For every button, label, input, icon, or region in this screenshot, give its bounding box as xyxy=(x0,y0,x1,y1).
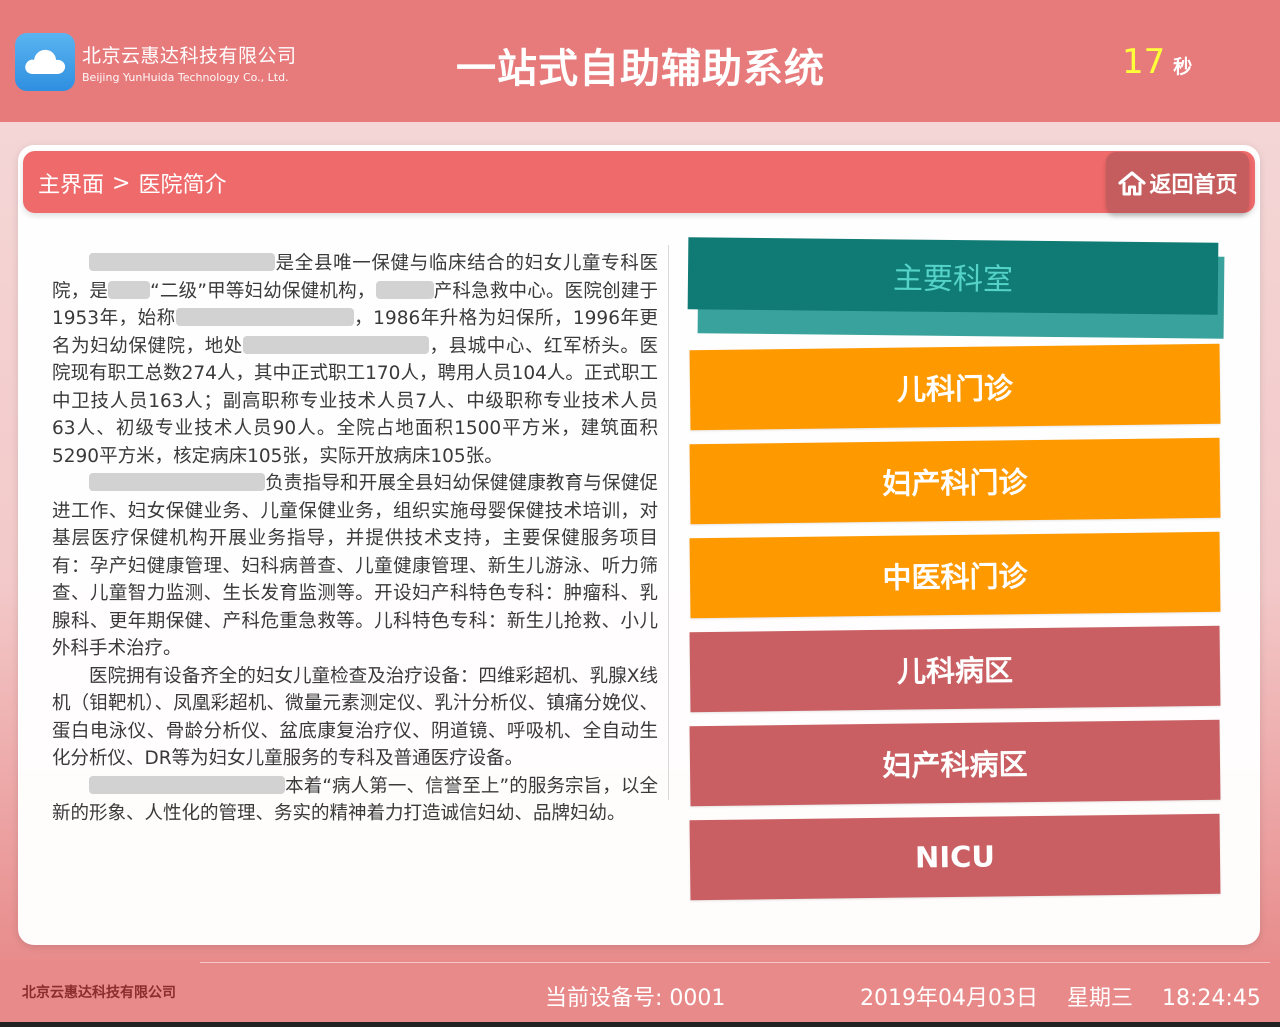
home-icon xyxy=(1118,170,1147,195)
redacted-text xyxy=(89,473,265,491)
breadcrumb-home[interactable]: 主界面 xyxy=(38,167,104,199)
redacted-text xyxy=(108,280,151,299)
dept-pediatric-ward-button[interactable]: 儿科病区 xyxy=(689,625,1221,713)
redacted-text xyxy=(89,253,275,271)
company-logo xyxy=(15,33,75,91)
company-name-cn: 北京云惠达科技有限公司 xyxy=(82,45,297,67)
dept-obgyn-ward-button[interactable]: 妇产科病区 xyxy=(689,719,1221,807)
content-divider xyxy=(668,245,669,800)
breadcrumb-current: 医院简介 xyxy=(138,173,227,198)
footer-company: 北京云惠达科技有限公司 xyxy=(22,985,176,1001)
intro-paragraph-4: 本着“病人第一、信誉至上”的服务宗旨，以全新的形象、人性化的管理、务实的精神着力… xyxy=(52,773,658,828)
company-name-en: Beijing YunHuida Technology Co., Ltd. xyxy=(82,71,289,84)
return-home-button[interactable]: 返回首页 xyxy=(1106,152,1249,213)
app-title: 一站式自助辅助系统 xyxy=(456,46,825,92)
cloud-icon xyxy=(25,49,66,74)
countdown-unit: 秒 xyxy=(1173,56,1193,78)
footer-weekday: 星期三 xyxy=(1066,986,1133,1011)
footer-divider xyxy=(200,962,1270,963)
return-home-label: 返回首页 xyxy=(1149,172,1238,198)
intro-text: “二级”甲等妇幼保健机构， xyxy=(150,280,376,302)
top-header: 北京云惠达科技有限公司 Beijing YunHuida Technology … xyxy=(0,0,1280,122)
dept-tcm-clinic-button[interactable]: 中医科门诊 xyxy=(689,531,1221,619)
nav-bar: 主界面 > 医院简介 返回首页 xyxy=(23,151,1255,213)
hospital-intro: 是全县唯一保健与临床结合的妇女儿童专科医院，是 “二级”甲等妇幼保健机构， 产科急救… xyxy=(52,250,658,828)
screen-bottom-edge xyxy=(0,1022,1280,1027)
countdown-timer: 17 秒 xyxy=(1122,42,1192,82)
redacted-text xyxy=(89,775,285,794)
footer-time: 18:24:45 xyxy=(1162,986,1261,1011)
redacted-text xyxy=(175,308,354,326)
intro-paragraph-1: 是全县唯一保健与临床结合的妇女儿童专科医院，是 “二级”甲等妇幼保健机构， 产科急救… xyxy=(52,250,658,470)
dept-nicu-button[interactable]: NICU xyxy=(689,813,1221,901)
breadcrumb: 主界面 > 医院简介 xyxy=(38,167,226,199)
intro-paragraph-2: 负责指导和开展全县妇幼保健健康教育与保健促进工作、妇女保健业务、儿童保健业务，组… xyxy=(52,470,658,663)
device-number: 当前设备号: 0001 xyxy=(545,986,726,1011)
dept-pediatric-clinic-button[interactable]: 儿科门诊 xyxy=(689,343,1221,431)
departments-header: 主要科室 xyxy=(687,237,1228,345)
breadcrumb-separator: > xyxy=(112,170,131,196)
redacted-text xyxy=(242,335,429,354)
redacted-text xyxy=(375,280,434,299)
main-card: 主界面 > 医院简介 返回首页 是全县唯一保健与临床结合的妇女儿童专科医院，是 “… xyxy=(18,145,1260,945)
footer-date: 2019年04月03日 xyxy=(860,986,1038,1011)
footer-datetime: 2019年04月03日 星期三 18:24:45 xyxy=(860,980,1261,1012)
departments-title: 主要科室 xyxy=(687,237,1219,315)
company-name: 北京云惠达科技有限公司 Beijing YunHuida Technology … xyxy=(82,44,297,85)
countdown-value: 17 xyxy=(1122,42,1166,82)
dept-obgyn-clinic-button[interactable]: 妇产科门诊 xyxy=(689,437,1221,525)
intro-text: 负责指导和开展全县妇幼保健健康教育与保健促进工作、妇女保健业务、儿童保健业务，组… xyxy=(52,473,658,659)
intro-paragraph-3: 医院拥有设备齐全的妇女儿童检查及治疗设备：四维彩超机、乳腺X线机（钼靶机）、凤凰… xyxy=(52,665,658,770)
